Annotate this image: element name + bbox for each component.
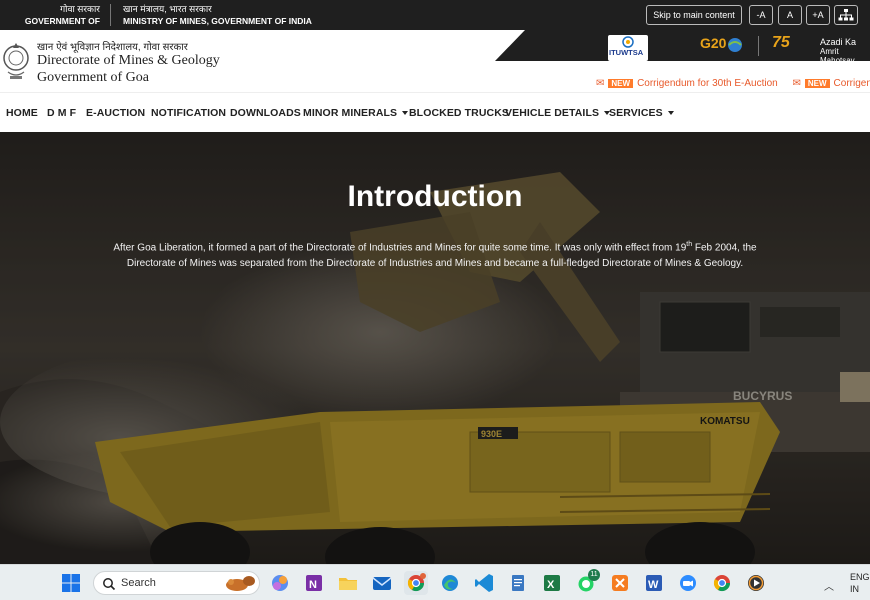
logo-divider	[758, 36, 759, 56]
main-navigation: HOME D M F E-AUCTION NOTIFICATION DOWNLO…	[0, 92, 870, 132]
nav-vehicle-details[interactable]: VEHICLE DETAILS	[505, 107, 611, 119]
nav-minor-minerals-label: MINOR MINERALS	[303, 107, 398, 119]
input-language-code: ENG	[850, 572, 870, 582]
word-app-icon[interactable]: W	[642, 571, 666, 595]
skip-to-main-content-button[interactable]: Skip to main content	[646, 5, 742, 25]
notepad-app-icon[interactable]	[506, 571, 530, 595]
sitemap-icon	[838, 9, 854, 21]
azadi-75-label: 75	[772, 34, 790, 51]
ministry-hindi: खान मंत्रालय, भारत सरकार	[123, 4, 212, 14]
goa-emblem-icon[interactable]	[2, 38, 30, 84]
announcement-icon: ✉	[792, 78, 801, 89]
excel-app-icon[interactable]: X	[540, 571, 564, 595]
nav-vehicle-details-label: VEHICLE DETAILS	[505, 107, 600, 119]
azadi-line-1: Azadi Ka	[820, 37, 857, 47]
nav-home[interactable]: HOME	[6, 107, 38, 119]
azadi-line-2: Amrit Mahotsav	[820, 47, 855, 65]
gov-bar-divider	[110, 4, 111, 26]
g20-logo[interactable]: G20	[698, 34, 744, 60]
ticker-item[interactable]: ✉NEWCorrigendum for 30th E-Auction	[596, 78, 778, 89]
nav-e-auction[interactable]: E-AUCTION	[86, 107, 145, 119]
nav-minor-minerals[interactable]: MINOR MINERALS	[303, 107, 409, 119]
chrome-app-icon-active[interactable]	[404, 571, 428, 595]
nav-dmf[interactable]: D M F	[47, 107, 76, 119]
hero-banner: BUCYRUS KOMATSU 930E Introduction After …	[0, 132, 870, 564]
svg-text:W: W	[648, 579, 659, 591]
g20-label: G20	[700, 35, 727, 51]
svg-text:X: X	[547, 579, 555, 591]
news-ticker[interactable]: ✉ NEW Corrigendum for 30th E-Auction ✉ NEW C…	[596, 78, 870, 92]
windows-start-icon[interactable]	[62, 574, 80, 592]
intro-text-part-1: After Goa Liberation, it formed a part o…	[113, 242, 687, 254]
dept-government-name: Government of Goa	[37, 70, 149, 85]
mail-app-icon[interactable]	[370, 571, 394, 595]
ticker-text: Corrigendum for 30th E-Auction	[637, 78, 778, 89]
ticker-item[interactable]: ✉NEWCorrigendum for 30th E-Auction	[792, 78, 870, 89]
input-language-indicator[interactable]: ENG IN	[850, 571, 870, 595]
nav-downloads[interactable]: DOWNLOADS	[230, 107, 301, 119]
media-player-app-icon[interactable]	[744, 571, 768, 595]
show-hidden-icons-chevron-icon[interactable]: ︿	[824, 578, 834, 593]
new-badge: NEW	[608, 79, 634, 88]
ituwtsa-logo[interactable]: ITUWTSA	[608, 35, 648, 61]
input-language-region: IN	[850, 584, 859, 594]
chevron-down-icon	[402, 111, 409, 116]
onenote-app-icon[interactable]: N	[302, 571, 326, 595]
government-top-bar: गोवा सरकार GOVERNMENT OF GOA खान मंत्राल…	[0, 0, 870, 38]
vscode-app-icon[interactable]	[472, 571, 496, 595]
gov-goa-hindi: गोवा सरकार	[60, 4, 100, 14]
chrome-profile-app-icon[interactable]	[710, 571, 734, 595]
whatsapp-notification-badge: 11	[588, 569, 600, 581]
windows-taskbar: Search N X 11 W ︿ ENG IN	[0, 564, 870, 600]
nav-notification[interactable]: NOTIFICATION	[151, 107, 226, 119]
ituwtsa-emblem-icon	[622, 36, 634, 48]
introduction-paragraph: After Goa Liberation, it formed a part o…	[100, 237, 770, 272]
nav-blocked-trucks[interactable]: BLOCKED TRUCKS	[409, 107, 509, 119]
taskbar-search-box[interactable]: Search	[93, 571, 260, 595]
dept-name-hindi: खान ऐवं भूविज्ञान निदेशालय, गोवा सरकार	[37, 42, 188, 53]
site-header: खान ऐवं भूविज्ञान निदेशालय, गोवा सरकार D…	[0, 30, 870, 92]
zoom-app-icon[interactable]	[676, 571, 700, 595]
nav-services-label: SERVICES	[609, 107, 663, 119]
azadi-ka-amrit-mahotsav-logo[interactable]: 75 Azadi Ka Amrit Mahotsav	[772, 34, 870, 65]
font-decrease-button[interactable]: -A	[749, 5, 773, 25]
xampp-app-icon[interactable]	[608, 571, 632, 595]
page-title: Introduction	[347, 180, 523, 213]
dept-name-english[interactable]: Directorate of Mines & Geology	[37, 53, 220, 69]
edge-app-icon[interactable]	[438, 571, 462, 595]
whatsapp-app-icon[interactable]: 11	[574, 569, 600, 595]
announcement-icon: ✉	[596, 78, 605, 89]
svg-text:N: N	[309, 579, 317, 591]
search-icon	[103, 578, 116, 591]
font-normal-button[interactable]: A	[778, 5, 802, 25]
search-highlight-squirrel-icon	[226, 576, 255, 591]
font-increase-button[interactable]: +A	[806, 5, 830, 25]
g20-globe-icon	[728, 38, 742, 52]
nav-services[interactable]: SERVICES	[609, 107, 674, 119]
taskbar-search-placeholder: Search	[121, 577, 156, 589]
sitemap-button[interactable]	[834, 5, 858, 25]
ticker-text: Corrigendum for 30th E-Auction	[833, 78, 870, 89]
copilot-app-icon[interactable]	[268, 571, 292, 595]
new-badge: NEW	[804, 79, 830, 88]
ministry-label: खान मंत्रालय, भारत सरकार MINISTRY OF MIN…	[123, 3, 312, 27]
ministry-english: MINISTRY OF MINES, GOVERNMENT OF INDIA	[123, 16, 312, 26]
ituwtsa-label: ITUWTSA	[609, 48, 644, 57]
chevron-down-icon	[667, 111, 674, 116]
file-explorer-app-icon[interactable]	[336, 571, 360, 595]
